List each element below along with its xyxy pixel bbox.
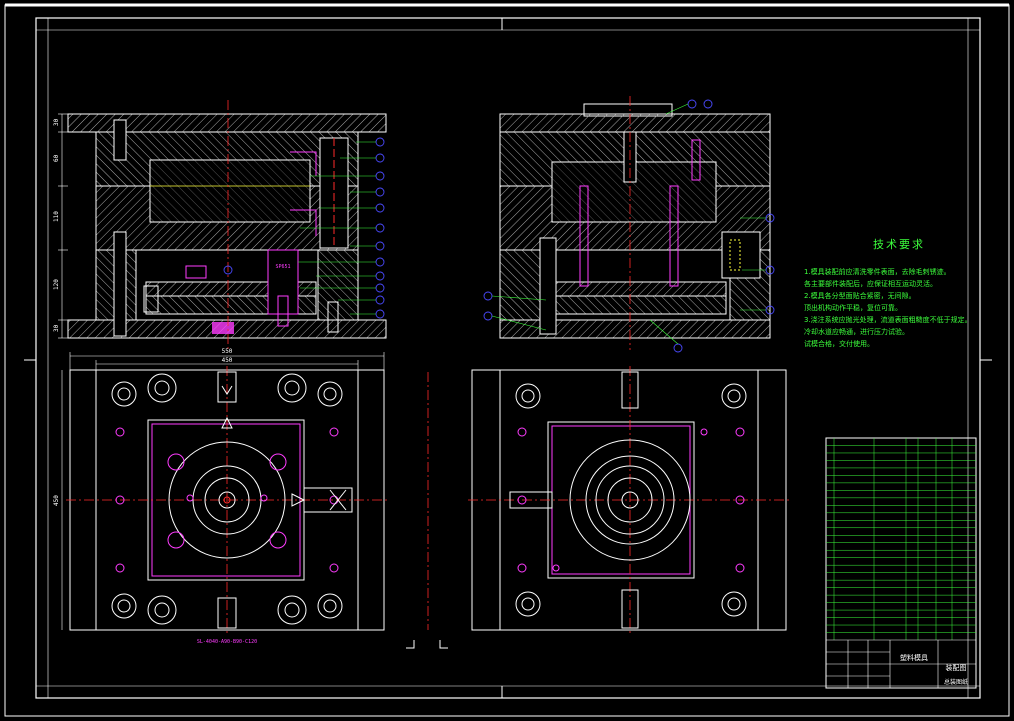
view-markers	[406, 372, 448, 649]
dim-120: 120	[53, 279, 60, 290]
title-cell-product: 塑料模具	[900, 653, 928, 662]
tech-req-line: 顶出机构动作平稳，复位可靠。	[804, 304, 902, 312]
dim-side-height: 450	[53, 495, 60, 506]
dim-inner-width: 450	[222, 357, 233, 364]
tech-req-line: 3.浇注系统应抛光处理，流道表面粗糙度不低于规定。	[804, 316, 972, 324]
tech-req-line: 冷却水道应畅通，进行压力试验。	[804, 328, 909, 336]
dim-30-top: 30	[53, 118, 60, 126]
title-cell-code: 总装图纸	[944, 678, 968, 686]
mold-base-spec: SL-4040-A90-B90-C120	[197, 639, 257, 645]
technical-requirements: 技术要求 1.模具装配前应清洗零件表面，去除毛刺锈迹。 各主要部件装配后，应保证…	[804, 236, 994, 350]
parts-list-table: 塑料模具 装配图 总装图纸	[825, 437, 977, 689]
dim-60: 60	[53, 154, 60, 162]
fixed-half-plan-view	[468, 366, 790, 636]
sp651-label: SP651	[275, 264, 290, 270]
dim-overall-width: 550	[222, 348, 233, 355]
dim-110: 110	[53, 211, 60, 222]
tech-req-line: 试模合格，交付使用。	[804, 340, 874, 348]
title-cell-drawing: 装配图	[946, 663, 967, 672]
tech-req-line: 各主要部件装配后，应保证相互运动灵活。	[804, 280, 937, 288]
moving-half-plan-view: 550 450 450 SL-4040-A90-B90-C120	[53, 348, 388, 645]
drawing-frame	[4, 3, 1010, 717]
dim-30-bottom: 30	[53, 324, 60, 332]
mold-assembly-drawing: SP651 30 60 110 120 30 550 450 450 SL-40…	[4, 3, 1010, 717]
front-section-view: SP651 30 60 110 120 30	[53, 100, 387, 350]
tech-req-line: 2.模具各分型面贴合紧密，无间隙。	[804, 292, 916, 300]
side-section-view	[483, 96, 775, 353]
tech-req-line: 1.模具装配前应清洗零件表面，去除毛刺锈迹。	[804, 268, 951, 276]
tech-req-title: 技术要求	[873, 238, 925, 251]
